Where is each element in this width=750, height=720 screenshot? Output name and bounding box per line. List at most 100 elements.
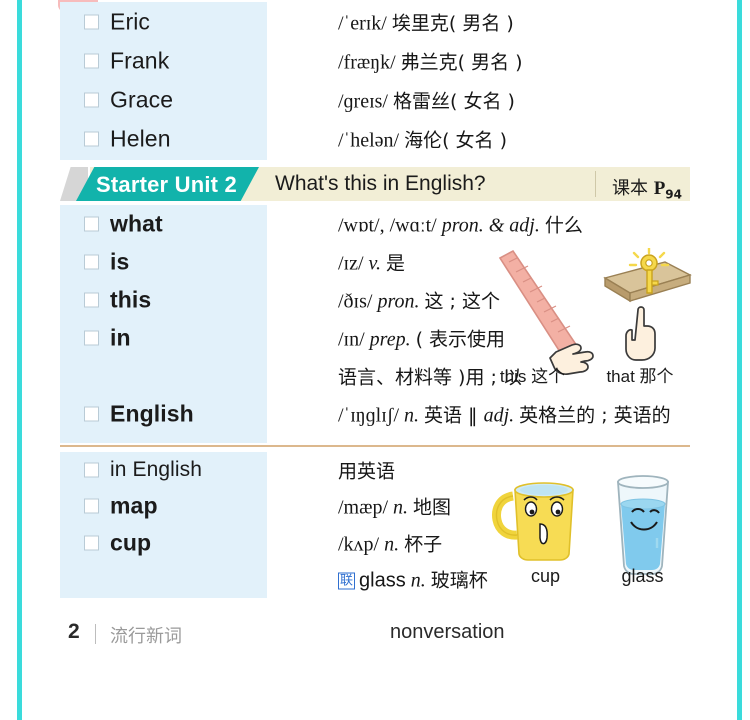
ruler-icon (498, 249, 579, 357)
entry-gloss: 格雷丝( 女名 ) (393, 90, 515, 112)
page-prefix: P (653, 178, 666, 199)
entry-ipa: /kʌp/ (338, 533, 380, 555)
entry-word: Frank (110, 47, 170, 73)
entry-gloss: 地图 (413, 496, 452, 518)
entry-word: in English (110, 457, 203, 481)
entry-definition: /wɒt/, /wɑːt/ pron. & adj. 什么 (338, 211, 583, 238)
entry-ipa: /mæp/ (338, 496, 389, 518)
related-pos: n. (410, 569, 426, 591)
related-note-text: 联 glass n. 玻璃杯 (338, 565, 488, 592)
checkbox-icon[interactable] (84, 131, 99, 146)
entry-pos: pron. (377, 290, 420, 313)
section-divider (60, 445, 690, 447)
entry-word: English (110, 400, 194, 427)
checkbox-icon[interactable] (84, 292, 99, 308)
entry-word: is (110, 248, 130, 275)
entry-definition: /ɪz/ v. 是 (338, 249, 405, 276)
entry-word: cup (110, 529, 152, 555)
entry-ipa: /ɡreɪs/ (338, 90, 388, 112)
list-item[interactable]: Eric /ˈerɪk/ 埃里克( 男名 ) (60, 2, 690, 41)
page-root: Eric /ˈerɪk/ 埃里克( 男名 ) Frank /fræŋk/ 弗兰克… (0, 0, 750, 720)
entry-gloss: 是 (385, 252, 405, 275)
entry-gloss: 用英语 (338, 460, 396, 482)
entry-gloss: 弗兰克( 男名 ) (400, 51, 523, 73)
right-edge-rule (737, 0, 742, 720)
entry-definition: /ˈerɪk/ 埃里克( 男名 ) (338, 8, 514, 35)
pointing-up-hand-icon (625, 306, 656, 361)
entry-ipa: /ˈerɪk/ (338, 12, 387, 34)
entry-gloss-secondary: 英格兰的 ; 英语的 (519, 404, 671, 427)
entry-gloss: 什么 (544, 214, 583, 237)
entry-pos: v. (368, 252, 381, 275)
entry-word: Grace (110, 86, 174, 112)
entry-word: map (110, 492, 158, 518)
glass-icon (617, 475, 669, 575)
footer-divider (95, 624, 96, 644)
entry-ipa: /wɒt/, /wɑːt/ (338, 214, 437, 237)
unit-title: Starter Unit 2 (96, 172, 237, 197)
page-footer: 2 流行新词 nonversation (0, 620, 750, 660)
entry-ipa: /ðɪs/ (338, 290, 373, 313)
page-number: 94 (665, 187, 682, 202)
list-item[interactable]: Grace /ɡreɪs/ 格雷丝( 女名 ) (60, 80, 690, 119)
entry-definition: 用英语 (338, 456, 395, 483)
checkbox-icon[interactable] (84, 254, 99, 270)
unit-header: Starter Unit 2 What's this in English? 课… (60, 167, 690, 202)
related-gloss: 玻璃杯 (430, 569, 488, 591)
entry-word: this (110, 286, 152, 313)
textbook-label: 课本 (611, 178, 648, 199)
entry-gloss: 海伦( 女名 ) (404, 129, 507, 151)
checkbox-icon[interactable] (84, 14, 99, 29)
entry-definition: /kʌp/ n. 杯子 (338, 529, 442, 556)
entry-definition: /fræŋk/ 弗兰克( 男名 ) (338, 47, 523, 74)
checkbox-icon[interactable] (84, 53, 99, 68)
textbook-page-ref: 课本 P94 (612, 174, 682, 202)
entry-word: in (110, 324, 131, 351)
entry-definition: /ɡreɪs/ 格雷丝( 女名 ) (338, 86, 515, 113)
glass-caption: glass (621, 566, 664, 586)
entry-ipa: /ˈhelən/ (338, 129, 400, 151)
this-caption: this 这个 (499, 367, 566, 386)
entry-gloss: 英语 ‖ (424, 404, 484, 427)
entry-word: Eric (110, 8, 151, 34)
checkbox-icon[interactable] (84, 330, 99, 346)
related-word: glass (359, 569, 406, 591)
entry-gloss: 埃里克( 男名 ) (391, 12, 514, 34)
list-item[interactable]: what /wɒt/, /wɑːt/ pron. & adj. 什么 (60, 205, 690, 243)
page-number-footer: 2 (68, 620, 80, 643)
entry-pos: n. (404, 404, 419, 427)
checkbox-icon[interactable] (84, 406, 99, 422)
entry-word: what (110, 210, 163, 237)
entry-pos-secondary: adj. (483, 404, 515, 427)
list-item[interactable]: English /ˈɪŋɡlɪʃ/ n. 英语 ‖ adj. 英格兰的 ; 英语… (60, 395, 690, 433)
checkbox-icon[interactable] (84, 92, 99, 107)
checkbox-icon[interactable] (84, 216, 99, 232)
entry-pos: n. (384, 533, 400, 555)
checkbox-icon[interactable] (84, 462, 99, 477)
entry-word: Helen (110, 125, 171, 151)
entry-ipa: /ˈɪŋɡlɪʃ/ (338, 404, 399, 427)
checkbox-icon[interactable] (84, 498, 99, 513)
entry-pos: prep. (369, 328, 411, 351)
top-entry-list: Eric /ˈerɪk/ 埃里克( 男名 ) Frank /fræŋk/ 弗兰克… (60, 2, 690, 158)
list-item[interactable]: Helen /ˈhelən/ 海伦( 女名 ) (60, 119, 690, 158)
entry-pos: n. (393, 496, 409, 518)
entry-ipa: /fræŋk/ (338, 51, 396, 73)
entry-definition: /mæp/ n. 地图 (338, 492, 451, 519)
related-badge-icon: 联 (338, 572, 356, 589)
cup-caption: cup (530, 566, 561, 586)
list-item[interactable]: Frank /fræŋk/ 弗兰克( 男名 ) (60, 41, 690, 80)
entry-pos: pron. & adj. (441, 214, 540, 237)
entry-ipa: /ɪn/ (338, 328, 365, 351)
entry-gloss: 杯子 (404, 533, 443, 555)
footer-category: 流行新词 (110, 626, 182, 647)
checkbox-icon[interactable] (84, 535, 99, 550)
unit-header-separator (595, 171, 596, 197)
entry-definition: /ðɪs/ pron. 这 ; 这个 (338, 287, 500, 314)
left-edge-rule (17, 0, 22, 720)
entry-definition: /ˈɪŋɡlɪʃ/ n. 英语 ‖ adj. 英格兰的 ; 英语的 (338, 401, 671, 428)
this-that-illustration: this 这个 that 那个 (480, 246, 695, 388)
entry-definition: /ˈhelən/ 海伦( 女名 ) (338, 125, 507, 152)
that-caption: that 那个 (606, 367, 674, 386)
cup-glass-illustration: cup glass (485, 468, 695, 593)
